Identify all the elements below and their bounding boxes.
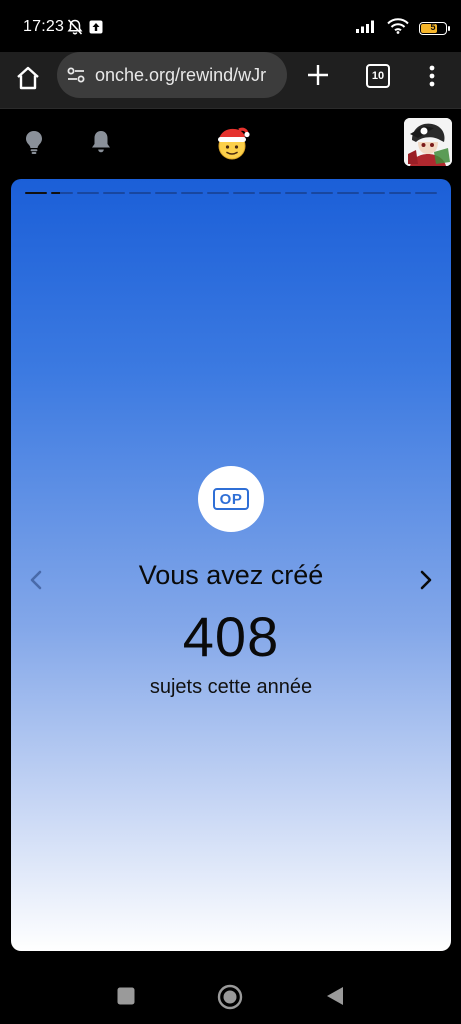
bell-icon[interactable] (89, 129, 113, 160)
progress-segment (77, 192, 99, 194)
progress-segment (389, 192, 411, 194)
progress-segment (233, 192, 255, 194)
op-label: OP (213, 488, 249, 510)
new-tab-button[interactable] (305, 62, 331, 88)
status-indicators: 5 (355, 18, 450, 39)
progress-segment (259, 192, 281, 194)
op-badge-icon: OP (198, 466, 264, 532)
wifi-icon (387, 18, 409, 39)
app-header (0, 109, 461, 177)
progress-segment (181, 192, 203, 194)
lightbulb-icon[interactable] (22, 129, 46, 160)
progress-segment (103, 192, 125, 194)
story-caption: sujets cette année (149, 676, 313, 698)
progress-segment (415, 192, 437, 194)
browser-toolbar: onche.org/rewind/wJr 10 (0, 52, 461, 108)
chevron-right-icon[interactable] (417, 569, 435, 596)
battery-level: 5 (430, 22, 436, 32)
rewind-story-card[interactable]: OP Vous avez créé 408 sujets cette année (11, 179, 451, 951)
progress-segment (129, 192, 151, 194)
onche-logo[interactable] (212, 124, 250, 167)
progress-segment (311, 192, 333, 194)
url-text: onche.org/rewind/wJr (95, 64, 267, 85)
status-bar: 17:23 5 (0, 0, 461, 52)
upload-notification-icon (89, 20, 103, 39)
site-settings-icon[interactable] (65, 64, 87, 86)
battery-icon: 5 (419, 22, 450, 35)
tab-switcher-button[interactable]: 10 (366, 64, 390, 88)
progress-segment (155, 192, 177, 194)
home-nav-button[interactable] (217, 984, 243, 1015)
back-nav-button[interactable] (325, 985, 345, 1012)
progress-segment (285, 192, 307, 194)
user-avatar[interactable] (404, 118, 452, 166)
recent-apps-button[interactable] (117, 987, 135, 1010)
signal-icon (355, 19, 377, 38)
story-progress (25, 192, 437, 194)
progress-segment (337, 192, 359, 194)
address-bar[interactable]: onche.org/rewind/wJr (57, 52, 287, 98)
more-menu-icon[interactable] (424, 64, 440, 88)
progress-segment (25, 192, 47, 194)
story-heading: Vous avez créé (138, 560, 324, 590)
progress-segment (207, 192, 229, 194)
system-navigation-bar (0, 960, 461, 1024)
home-button[interactable] (14, 64, 42, 92)
progress-segment (51, 192, 73, 194)
notifications-muted-icon (66, 18, 84, 41)
progress-segment (363, 192, 385, 194)
topics-count: 408 (182, 605, 280, 668)
phone-screen: 17:23 5 onche.org/rewind/wJr 10 OP Vous … (0, 0, 461, 1024)
status-time: 17:23 (23, 18, 65, 35)
